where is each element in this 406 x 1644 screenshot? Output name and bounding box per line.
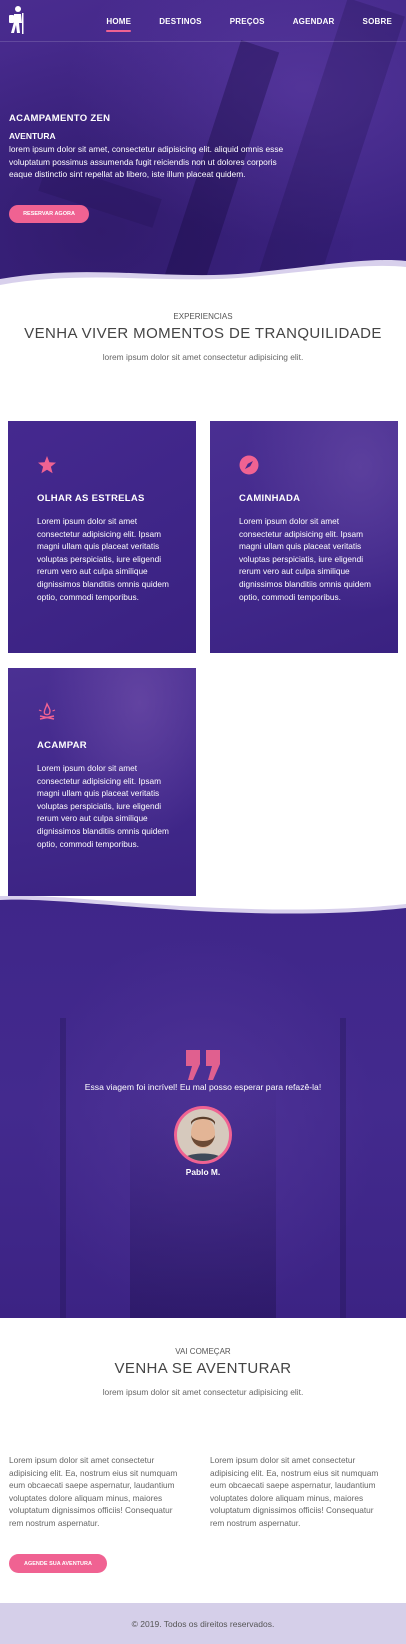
campfire-icon xyxy=(38,702,56,720)
reserve-button[interactable]: RESERVAR AGORA xyxy=(9,205,89,223)
card-title: CAMINHADA xyxy=(239,493,301,504)
card-text: Lorem ipsum dolor sit amet consectetur a… xyxy=(239,516,371,602)
compass-icon xyxy=(239,455,259,475)
schedule-adventure-button[interactable]: AGENDE SUA AVENTURA xyxy=(9,1554,107,1573)
nav-precos[interactable]: PREÇOS xyxy=(230,17,265,26)
person-photo xyxy=(177,1109,229,1161)
adventure-text-right: Lorem ipsum dolor sit amet consectetur a… xyxy=(210,1455,379,1528)
adventure-text-left: Lorem ipsum dolor sit amet consectetur a… xyxy=(9,1455,178,1528)
footer-copyright: © 2019. Todos os direitos reservados. xyxy=(131,1618,275,1629)
nav-home[interactable]: HOME xyxy=(106,17,132,32)
quote-icon xyxy=(186,1050,220,1080)
experience-card-stars[interactable]: OLHAR AS ESTRELAS Lorem ipsum dolor sit … xyxy=(8,421,196,653)
card-title: OLHAR AS ESTRELAS xyxy=(37,493,145,504)
hero-text: lorem ipsum dolor sit amet, consectetur … xyxy=(9,144,284,180)
star-icon xyxy=(38,456,56,474)
experiences-header: EXPERIENCIAS VENHA VIVER MOMENTOS DE TRA… xyxy=(0,312,406,362)
footer: © 2019. Todos os direitos reservados. xyxy=(0,1603,406,1644)
hero-subtitle: AVENTURA xyxy=(9,131,56,141)
adventure-eyebrow: VAI COMEÇAR xyxy=(175,1347,231,1356)
experiences-eyebrow: EXPERIENCIAS xyxy=(173,312,233,321)
experience-card-hiking[interactable]: CAMINHADA Lorem ipsum dolor sit amet con… xyxy=(210,421,398,653)
adventure-title: VENHA SE AVENTURAR xyxy=(114,1360,292,1377)
testimonial-quote: Essa viagem foi incrível! Eu mal posso e… xyxy=(84,1082,322,1092)
navbar: HOME DESTINOS PREÇOS AGENDAR SOBRE xyxy=(0,0,406,42)
nav-agendar[interactable]: AGENDAR xyxy=(293,17,335,26)
adventure-header: VAI COMEÇAR VENHA SE AVENTURAR lorem ips… xyxy=(0,1347,406,1397)
hero-wave-divider xyxy=(0,260,406,295)
nav-menu: HOME DESTINOS PREÇOS AGENDAR SOBRE xyxy=(78,0,392,42)
adventure-description: lorem ipsum dolor sit amet consectetur a… xyxy=(102,1387,304,1397)
hiker-icon[interactable] xyxy=(6,5,28,35)
card-text: Lorem ipsum dolor sit amet consectetur a… xyxy=(37,763,169,849)
testimonial-author: Pablo M. xyxy=(185,1167,221,1177)
experience-card-camping[interactable]: ACAMPAR Lorem ipsum dolor sit amet conse… xyxy=(8,668,196,900)
nav-sobre[interactable]: SOBRE xyxy=(363,17,392,26)
experiences-title: VENHA VIVER MOMENTOS DE TRANQUILIDADE xyxy=(24,325,382,342)
card-title: ACAMPAR xyxy=(37,740,87,751)
card-text: Lorem ipsum dolor sit amet consectetur a… xyxy=(37,516,169,602)
hero-title: ACAMPAMENTO ZEN xyxy=(9,113,111,124)
testimonial-wave-divider xyxy=(0,896,406,914)
avatar xyxy=(174,1106,232,1164)
nav-destinos[interactable]: DESTINOS xyxy=(159,17,202,26)
experiences-description: lorem ipsum dolor sit amet consectetur a… xyxy=(102,352,304,362)
